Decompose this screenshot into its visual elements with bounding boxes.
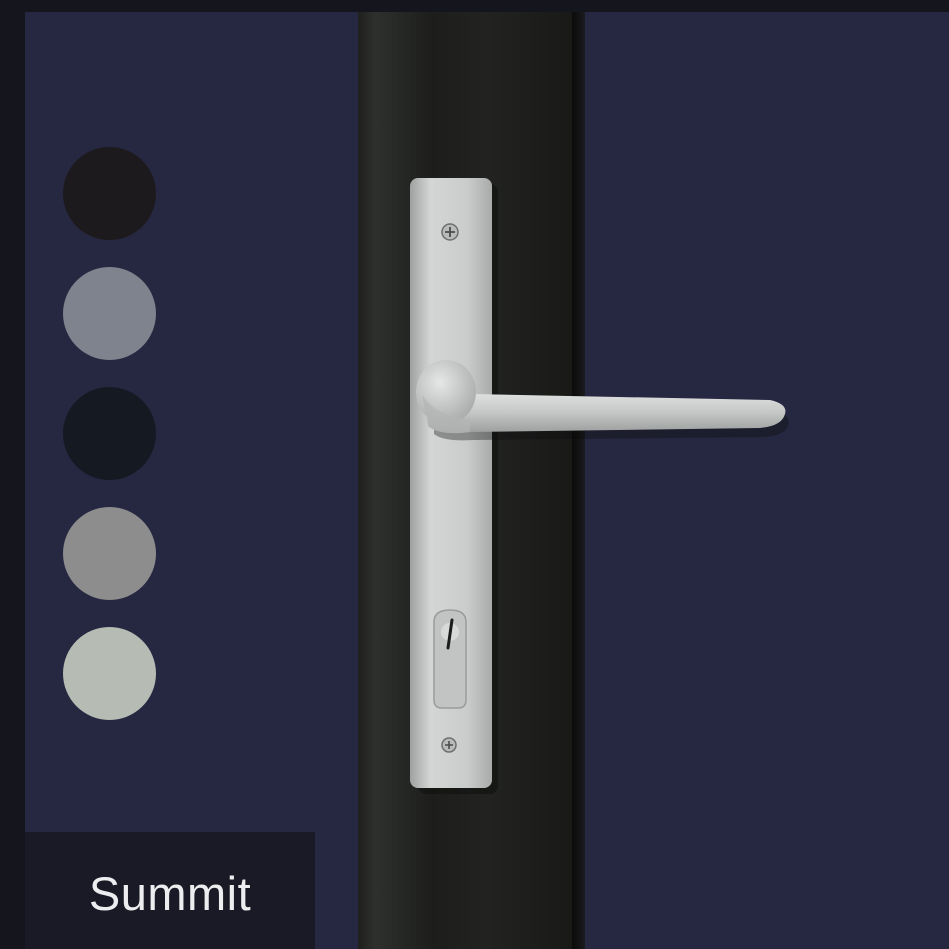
swatch-grey[interactable] <box>63 507 156 600</box>
swatch-dark-charcoal[interactable] <box>63 387 156 480</box>
finish-label-panel: Summit <box>25 832 315 949</box>
door-frame <box>358 12 572 949</box>
swatch-black[interactable] <box>63 147 156 240</box>
door-frame-edge <box>572 12 585 949</box>
door-panel <box>585 12 949 949</box>
finish-swatch-list <box>63 147 158 747</box>
door-handle-configurator: Summit <box>0 0 949 949</box>
finish-name-label: Summit <box>88 867 252 920</box>
swatch-silver-grey[interactable] <box>63 267 156 360</box>
swatch-summit[interactable] <box>63 627 156 720</box>
